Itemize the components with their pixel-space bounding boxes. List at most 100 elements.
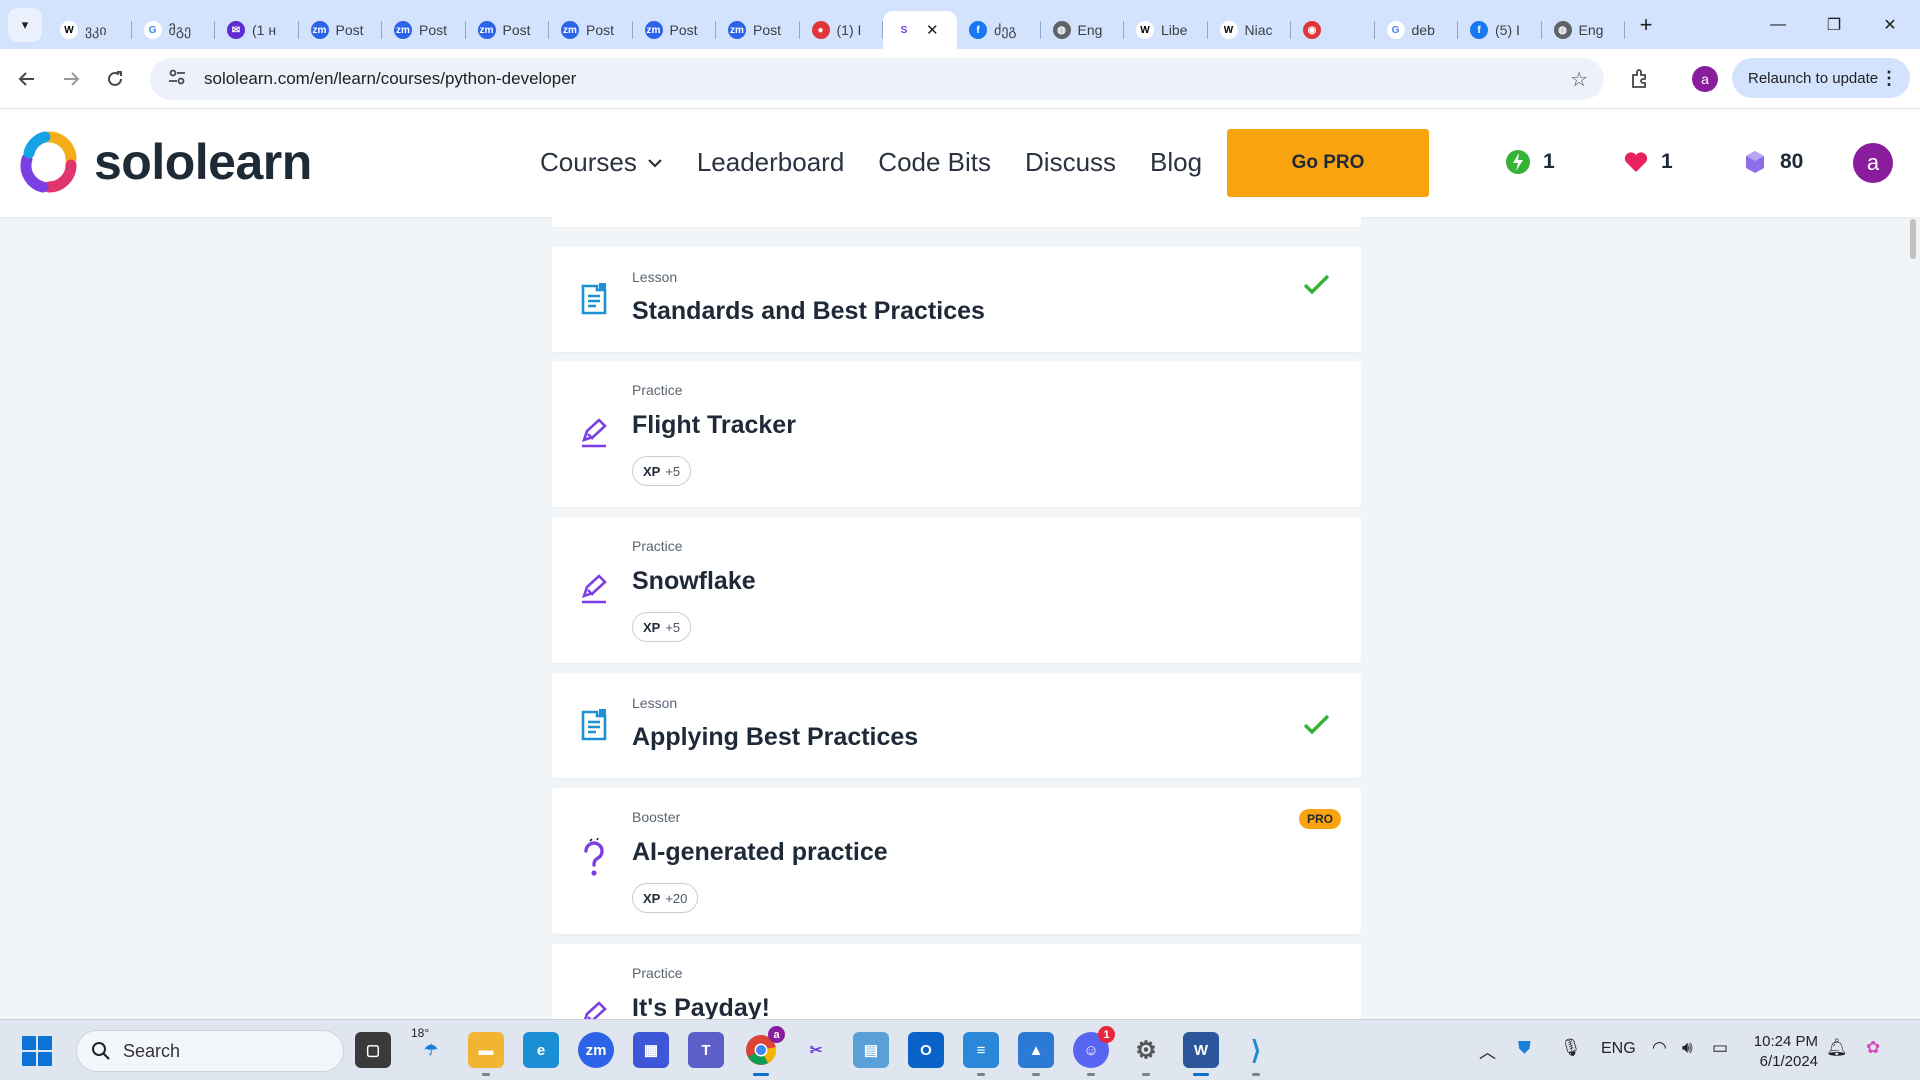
- browser-tab[interactable]: f ძეგ: [957, 11, 1041, 49]
- nav-courses-label: Courses: [540, 147, 637, 177]
- taskbar-search-label: Search: [123, 1040, 181, 1061]
- taskbar-search[interactable]: Search: [76, 1030, 344, 1072]
- edge-icon[interactable]: e: [523, 1032, 559, 1068]
- browser-tab[interactable]: zm Post: [716, 11, 800, 49]
- previous-card[interactable]: [552, 217, 1361, 227]
- forward-button[interactable]: [53, 61, 89, 97]
- notification-bell-icon[interactable]: 🔔︎: [1826, 1038, 1848, 1058]
- sololearn-logo[interactable]: sololearn: [18, 131, 312, 193]
- xp-label: XP: [643, 890, 661, 906]
- restore-button[interactable]: ❐: [1806, 0, 1862, 49]
- site-info-icon[interactable]: [162, 69, 192, 89]
- nav-discuss[interactable]: Discuss: [1025, 147, 1116, 178]
- booster-card[interactable]: Booster AI-generated practice PRO XP +20: [552, 788, 1361, 934]
- lesson-card[interactable]: Lesson Applying Best Practices: [552, 673, 1361, 778]
- more-menu-icon[interactable]: ⋮: [1880, 68, 1898, 89]
- browser-tab[interactable]: zm Post: [633, 11, 717, 49]
- practice-card[interactable]: Practice Snowflake XP +5: [552, 517, 1361, 663]
- word-icon[interactable]: W: [1183, 1032, 1219, 1076]
- discord-icon[interactable]: ☺ 1: [1073, 1026, 1115, 1076]
- extensions-icon[interactable]: [1622, 61, 1658, 97]
- browser-tab[interactable]: zm Post: [299, 11, 383, 49]
- card-type: Booster: [632, 809, 681, 825]
- wifi-icon[interactable]: ◠: [1652, 1038, 1667, 1058]
- lesson-icon: [576, 707, 612, 743]
- microphone-icon[interactable]: 🎙︎: [1560, 1038, 1582, 1058]
- lesson-card[interactable]: Lesson Standards and Best Practices: [552, 247, 1361, 352]
- volume-icon[interactable]: 🔊︎: [1682, 1038, 1693, 1058]
- nav-courses[interactable]: Courses: [540, 147, 663, 178]
- notepad-icon[interactable]: ≡: [963, 1032, 999, 1076]
- gems-counter[interactable]: 80: [1742, 149, 1803, 175]
- discord-notification-badge: 1: [1098, 1026, 1115, 1043]
- card-type: Lesson: [632, 695, 678, 711]
- browser-tab[interactable]: W Niac: [1208, 11, 1292, 49]
- bookmark-star-icon[interactable]: ☆: [1570, 67, 1588, 92]
- nav-blog[interactable]: Blog: [1150, 147, 1202, 178]
- address-bar[interactable]: sololearn.com/en/learn/courses/python-de…: [150, 58, 1604, 100]
- teams-icon[interactable]: T: [688, 1032, 724, 1068]
- page-scrollbar[interactable]: [1910, 219, 1916, 259]
- photos-icon[interactable]: ▲: [1018, 1032, 1054, 1076]
- snipping-tool-icon[interactable]: ✂: [798, 1032, 834, 1068]
- browser-tab[interactable]: f (5) I: [1458, 11, 1542, 49]
- file-explorer-icon[interactable]: ▬: [468, 1032, 504, 1076]
- xp-badge: XP +5: [632, 456, 692, 486]
- browser-tab[interactable]: zm Post: [466, 11, 550, 49]
- browser-tab[interactable]: ◍ Eng: [1542, 11, 1626, 49]
- user-avatar[interactable]: a: [1853, 143, 1893, 183]
- tab-title: Eng: [1578, 22, 1604, 38]
- minimize-button[interactable]: —: [1750, 0, 1806, 49]
- system-clock[interactable]: 10:24 PM 6/1/2024: [1752, 1032, 1818, 1072]
- outlook-icon[interactable]: O: [908, 1032, 944, 1068]
- record-icon: ◉: [1303, 21, 1321, 39]
- browser-tab[interactable]: zm Post: [382, 11, 466, 49]
- battery-icon[interactable]: ▭: [1712, 1038, 1728, 1058]
- back-button[interactable]: [9, 61, 45, 97]
- browser-tab[interactable]: ◉: [1291, 11, 1375, 49]
- browser-tab[interactable]: Gმგე: [132, 11, 216, 49]
- tab-search-button[interactable]: ▾: [8, 7, 42, 42]
- windows-start-button[interactable]: [22, 1036, 52, 1066]
- practice-card[interactable]: Practice Flight Tracker XP +5: [552, 361, 1361, 507]
- practice-card[interactable]: Practice It's Payday!: [552, 944, 1361, 1019]
- tab-active[interactable]: S ✕: [883, 11, 957, 49]
- browser-tab[interactable]: ✉ (1 н: [215, 11, 299, 49]
- go-pro-button[interactable]: Go PRO: [1227, 129, 1429, 197]
- nav-code-bits[interactable]: Code Bits: [878, 147, 991, 178]
- security-shield-icon[interactable]: ⛊: [1518, 1038, 1531, 1058]
- relaunch-to-update-button[interactable]: Relaunch to update ⋮: [1732, 58, 1910, 98]
- streak-counter[interactable]: 1: [1505, 149, 1555, 175]
- vscode-icon[interactable]: ⟩: [1238, 1032, 1274, 1076]
- arrow-right-icon: [64, 71, 80, 86]
- control-panel-icon[interactable]: ▤: [853, 1032, 889, 1068]
- browser-profile-avatar[interactable]: a: [1692, 66, 1718, 92]
- tab-title: Eng: [1077, 22, 1103, 38]
- reload-button[interactable]: [97, 61, 133, 97]
- sololearn-icon: S: [895, 21, 913, 39]
- zoom-taskbar-icon[interactable]: zm: [578, 1032, 614, 1068]
- search-icon: [92, 1042, 110, 1060]
- copilot-icon[interactable]: ✿: [1866, 1038, 1880, 1058]
- browser-tab[interactable]: ● (1) I: [800, 11, 884, 49]
- hearts-counter[interactable]: 1: [1623, 149, 1673, 175]
- task-view-icon[interactable]: ▢: [355, 1032, 391, 1068]
- pencil-icon: [576, 998, 612, 1019]
- settings-icon[interactable]: ⚙: [1128, 1032, 1164, 1076]
- chevron-down-icon: [648, 158, 662, 168]
- new-tab-button[interactable]: +: [1631, 10, 1661, 40]
- site-header: sololearn Courses Leaderboard Code Bits …: [0, 109, 1920, 217]
- browser-tab[interactable]: Gdeb: [1375, 11, 1459, 49]
- browser-tab[interactable]: W Libe: [1124, 11, 1208, 49]
- microsoft-store-icon[interactable]: ▦: [633, 1032, 669, 1068]
- browser-tab[interactable]: zm Post: [549, 11, 633, 49]
- language-indicator[interactable]: ENG: [1601, 1040, 1636, 1058]
- close-tab-icon[interactable]: ✕: [926, 21, 939, 39]
- browser-tab[interactable]: Wვკი: [48, 11, 132, 49]
- close-window-button[interactable]: ✕: [1862, 0, 1918, 49]
- zoom-icon: zm: [644, 21, 663, 39]
- tray-chevron-up-icon[interactable]: ︿: [1479, 1038, 1496, 1063]
- chrome-taskbar-icon[interactable]: a: [743, 1026, 785, 1076]
- browser-tab[interactable]: ◍ Eng: [1041, 11, 1125, 49]
- nav-leaderboard[interactable]: Leaderboard: [697, 147, 844, 178]
